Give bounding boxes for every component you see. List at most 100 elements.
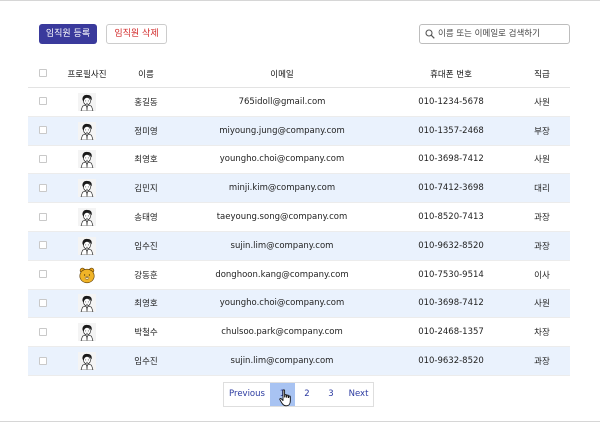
- name-cell: 임수진: [134, 357, 158, 368]
- email-cell: donghoon.kang@company.com: [215, 269, 349, 280]
- row-checkbox[interactable]: [39, 270, 47, 279]
- employee-table: 프로필사진 이름 이메일 휴대폰 번호 직급 홍길동 765idoll@gmail…: [28, 60, 570, 376]
- column-header-rank: 직급: [514, 60, 570, 88]
- row-select-cell: [28, 116, 58, 145]
- email-cell: taeyoung.song@company.com: [216, 212, 348, 223]
- row-select-cell: [28, 318, 58, 347]
- table-row[interactable]: 박철수 chulsoo.park@company.com 010-2468-1357…: [28, 318, 570, 347]
- pagination-page-2[interactable]: 2: [295, 383, 319, 406]
- man-avatar-icon: [78, 323, 96, 342]
- man-avatar-icon: [78, 208, 96, 227]
- search-icon: [425, 29, 435, 39]
- delete-employee-button[interactable]: 임직원 삭제: [106, 24, 167, 44]
- row-checkbox[interactable]: [39, 327, 47, 336]
- name-cell: 홍길동: [134, 97, 158, 108]
- man-avatar-icon: [78, 179, 96, 198]
- row-select-cell: [28, 260, 58, 289]
- row-checkbox[interactable]: [39, 298, 47, 307]
- email-cell: chulsoo.park@company.com: [221, 327, 343, 338]
- rank-cell: 부장: [534, 126, 550, 137]
- rank-cell: 이사: [534, 270, 550, 281]
- table-row[interactable]: 홍길동 765idoll@gmail.com 010-1234-5678 사원: [28, 88, 570, 117]
- email-cell: youngho.choi@company.com: [219, 154, 345, 165]
- row-select-cell: [28, 88, 58, 117]
- phone-cell: 010-9632-8520: [418, 356, 484, 367]
- table-row[interactable]: 임수진 sujin.lim@company.com 010-9632-8520 과장: [28, 231, 570, 261]
- rank-cell: 대리: [534, 184, 550, 195]
- row-checkbox[interactable]: [39, 241, 47, 250]
- table-row[interactable]: 김민지 minji.kim@company.com 010-7412-3698 대리: [28, 173, 570, 203]
- man-avatar-icon: [78, 236, 96, 256]
- row-checkbox[interactable]: [39, 356, 47, 365]
- rank-cell: 사원: [534, 299, 550, 310]
- rank-cell: 과장: [534, 213, 550, 224]
- phone-cell: 010-7530-9514: [418, 269, 484, 280]
- row-select-cell: [28, 347, 58, 376]
- column-header-phone: 휴대폰 번호: [388, 60, 514, 88]
- toolbar: 임직원 등록 임직원 삭제: [28, 24, 570, 44]
- pagination: Previous 1 2 3 Next: [223, 382, 374, 407]
- profile-cell: [58, 318, 116, 347]
- column-header-name: 이름: [116, 60, 176, 88]
- email-cell: minji.kim@company.com: [228, 183, 336, 194]
- rank-cell: 사원: [534, 97, 550, 108]
- table-row[interactable]: 최영호 youngho.choi@company.com 010-3698-7412…: [28, 145, 570, 174]
- phone-cell: 010-8520-7413: [418, 212, 484, 223]
- bear-avatar-icon: [78, 266, 96, 284]
- profile-cell: [58, 116, 116, 145]
- profile-cell: [58, 145, 116, 174]
- table-row[interactable]: 송태영 taeyoung.song@company.com 010-8520-741…: [28, 203, 570, 232]
- profile-cell: [58, 231, 116, 260]
- table-row[interactable]: 강동훈 donghoon.kang@company.com 010-7530-951…: [28, 260, 570, 290]
- man-avatar-icon: [78, 92, 96, 112]
- register-employee-button[interactable]: 임직원 등록: [39, 24, 97, 44]
- name-cell: 박철수: [134, 328, 158, 339]
- phone-cell: 010-7412-3698: [418, 183, 484, 194]
- pagination-page-3[interactable]: 3: [319, 383, 343, 406]
- pagination-next[interactable]: Next: [343, 383, 374, 406]
- row-checkbox[interactable]: [39, 212, 47, 221]
- row-select-cell: [28, 203, 58, 232]
- phone-cell: 010-9632-8520: [418, 240, 484, 251]
- phone-cell: 010-1357-2468: [418, 125, 484, 136]
- row-checkbox[interactable]: [39, 126, 47, 135]
- name-cell: 임수진: [134, 241, 158, 252]
- name-cell: 김민지: [134, 184, 158, 195]
- profile-cell: [58, 203, 116, 232]
- name-cell: 최영호: [134, 155, 158, 166]
- row-select-cell: [28, 174, 58, 203]
- name-cell: 정미영: [134, 126, 158, 137]
- profile-cell: [58, 260, 116, 289]
- phone-cell: 010-1234-5678: [418, 96, 484, 107]
- row-checkbox[interactable]: [39, 183, 47, 192]
- name-cell: 최영호: [134, 299, 158, 310]
- email-cell: youngho.choi@company.com: [219, 298, 345, 309]
- table-row[interactable]: 임수진 sujin.lim@company.com 010-9632-8520 과장: [28, 346, 570, 376]
- column-header-email: 이메일: [176, 60, 388, 88]
- table-row[interactable]: 최영호 youngho.choi@company.com 010-3698-7412…: [28, 289, 570, 318]
- email-cell: 765idoll@gmail.com: [238, 96, 326, 107]
- man-avatar-icon: [78, 150, 96, 169]
- man-avatar-icon: [78, 352, 96, 371]
- row-select-cell: [28, 289, 58, 318]
- phone-cell: 010-3698-7412: [418, 298, 484, 309]
- row-select-cell: [28, 145, 58, 174]
- email-cell: miyoung.jung@company.com: [219, 125, 345, 136]
- search-box[interactable]: [419, 24, 570, 44]
- row-checkbox[interactable]: [39, 154, 47, 163]
- profile-cell: [58, 347, 116, 376]
- name-cell: 강동훈: [134, 270, 158, 281]
- column-header-profile: 프로필사진: [58, 60, 116, 88]
- pagination-previous[interactable]: Previous: [224, 383, 270, 406]
- profile-cell: [58, 289, 116, 318]
- man-avatar-icon: [78, 121, 96, 140]
- rank-cell: 차장: [534, 328, 550, 339]
- row-checkbox[interactable]: [39, 97, 47, 106]
- table-body: 홍길동 765idoll@gmail.com 010-1234-5678 사원 정미영 m…: [28, 88, 570, 376]
- search-input[interactable]: [438, 26, 566, 42]
- select-all-header: [28, 60, 58, 88]
- phone-cell: 010-2468-1357: [418, 327, 484, 338]
- select-all-checkbox[interactable]: [39, 69, 47, 77]
- rank-cell: 사원: [534, 155, 550, 166]
- table-row[interactable]: 정미영 miyoung.jung@company.com 010-1357-2468…: [28, 116, 570, 146]
